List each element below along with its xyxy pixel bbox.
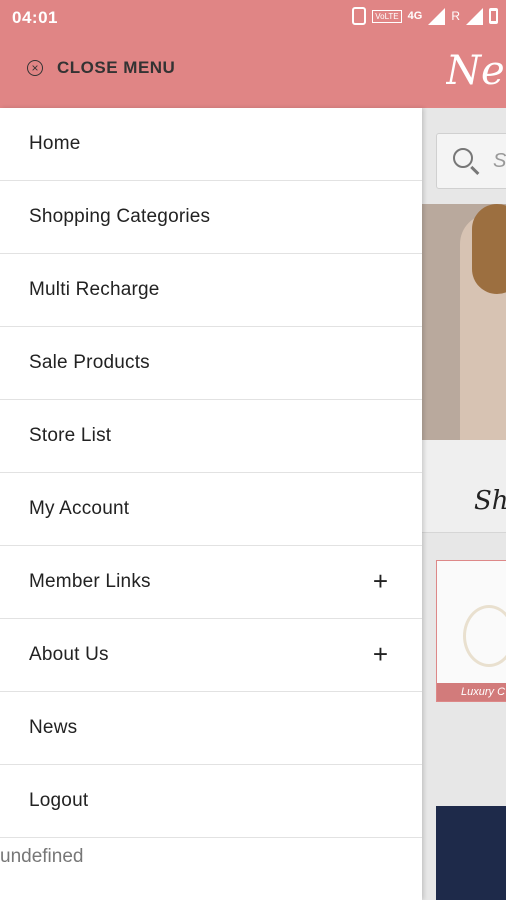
navigation-drawer: Home Shopping Categories Multi Recharge … (0, 108, 422, 900)
expand-plus-icon[interactable]: + (373, 566, 388, 596)
signal-icon (428, 7, 446, 25)
search-bar[interactable]: S (436, 133, 506, 189)
menu-footer-text: undefined (0, 846, 84, 867)
menu-item-label: Multi Recharge (29, 279, 160, 300)
close-menu-button[interactable]: × CLOSE MENU (27, 58, 175, 78)
vibrate-icon (352, 7, 367, 25)
4g-icon: 4G (407, 10, 423, 22)
menu-item-label: Home (29, 133, 81, 154)
menu-item-shopping-categories[interactable]: Shopping Categories (0, 181, 422, 254)
section-title-text: Sho (474, 486, 506, 516)
app-logo: Netp (446, 48, 506, 94)
status-bar: 04:01 VoLTE 4G R (0, 0, 506, 36)
banner-image[interactable] (422, 204, 506, 440)
menu-item-store-list[interactable]: Store List (0, 400, 422, 473)
menu-item-about-us[interactable]: About Us + (0, 619, 422, 692)
menu-item-home[interactable]: Home (0, 108, 422, 181)
close-menu-label: CLOSE MENU (57, 58, 176, 77)
menu-item-news[interactable]: News (0, 692, 422, 765)
menu-item-label: My Account (29, 498, 130, 519)
app-header: × CLOSE MENU Netp (0, 36, 506, 108)
menu-item-label: About Us (29, 644, 109, 665)
product-tag: Luxury C (437, 683, 506, 701)
menu-item-logout[interactable]: Logout (0, 765, 422, 838)
product-card-2[interactable] (436, 806, 506, 900)
product-image (463, 605, 506, 667)
menu-item-sale-products[interactable]: Sale Products (0, 327, 422, 400)
status-time: 04:01 (12, 8, 58, 27)
background-page: S Sho Luxury C (422, 108, 506, 900)
battery-icon (489, 8, 498, 24)
volte-icon: VoLTE (372, 9, 402, 23)
menu-list: Home Shopping Categories Multi Recharge … (0, 108, 422, 838)
menu-item-label: Shopping Categories (29, 206, 211, 227)
signal-x-icon (466, 7, 483, 25)
search-icon (453, 148, 473, 168)
menu-item-multi-recharge[interactable]: Multi Recharge (0, 254, 422, 327)
menu-item-label: Sale Products (29, 352, 150, 373)
expand-plus-icon[interactable]: + (373, 639, 388, 669)
menu-item-label: News (29, 717, 78, 738)
menu-item-label: Store List (29, 425, 112, 446)
status-icons: VoLTE 4G R (352, 7, 498, 25)
menu-item-label: Logout (29, 790, 89, 811)
menu-item-label: Member Links (29, 571, 151, 592)
menu-item-my-account[interactable]: My Account (0, 473, 422, 546)
menu-item-member-links[interactable]: Member Links + (0, 546, 422, 619)
section-title: Sho (422, 440, 506, 533)
close-circle-icon: × (27, 60, 43, 76)
search-placeholder: S (493, 150, 506, 172)
banner-hair (472, 204, 506, 294)
roaming-icon: R (451, 9, 460, 23)
product-card[interactable]: Luxury C (436, 560, 506, 702)
